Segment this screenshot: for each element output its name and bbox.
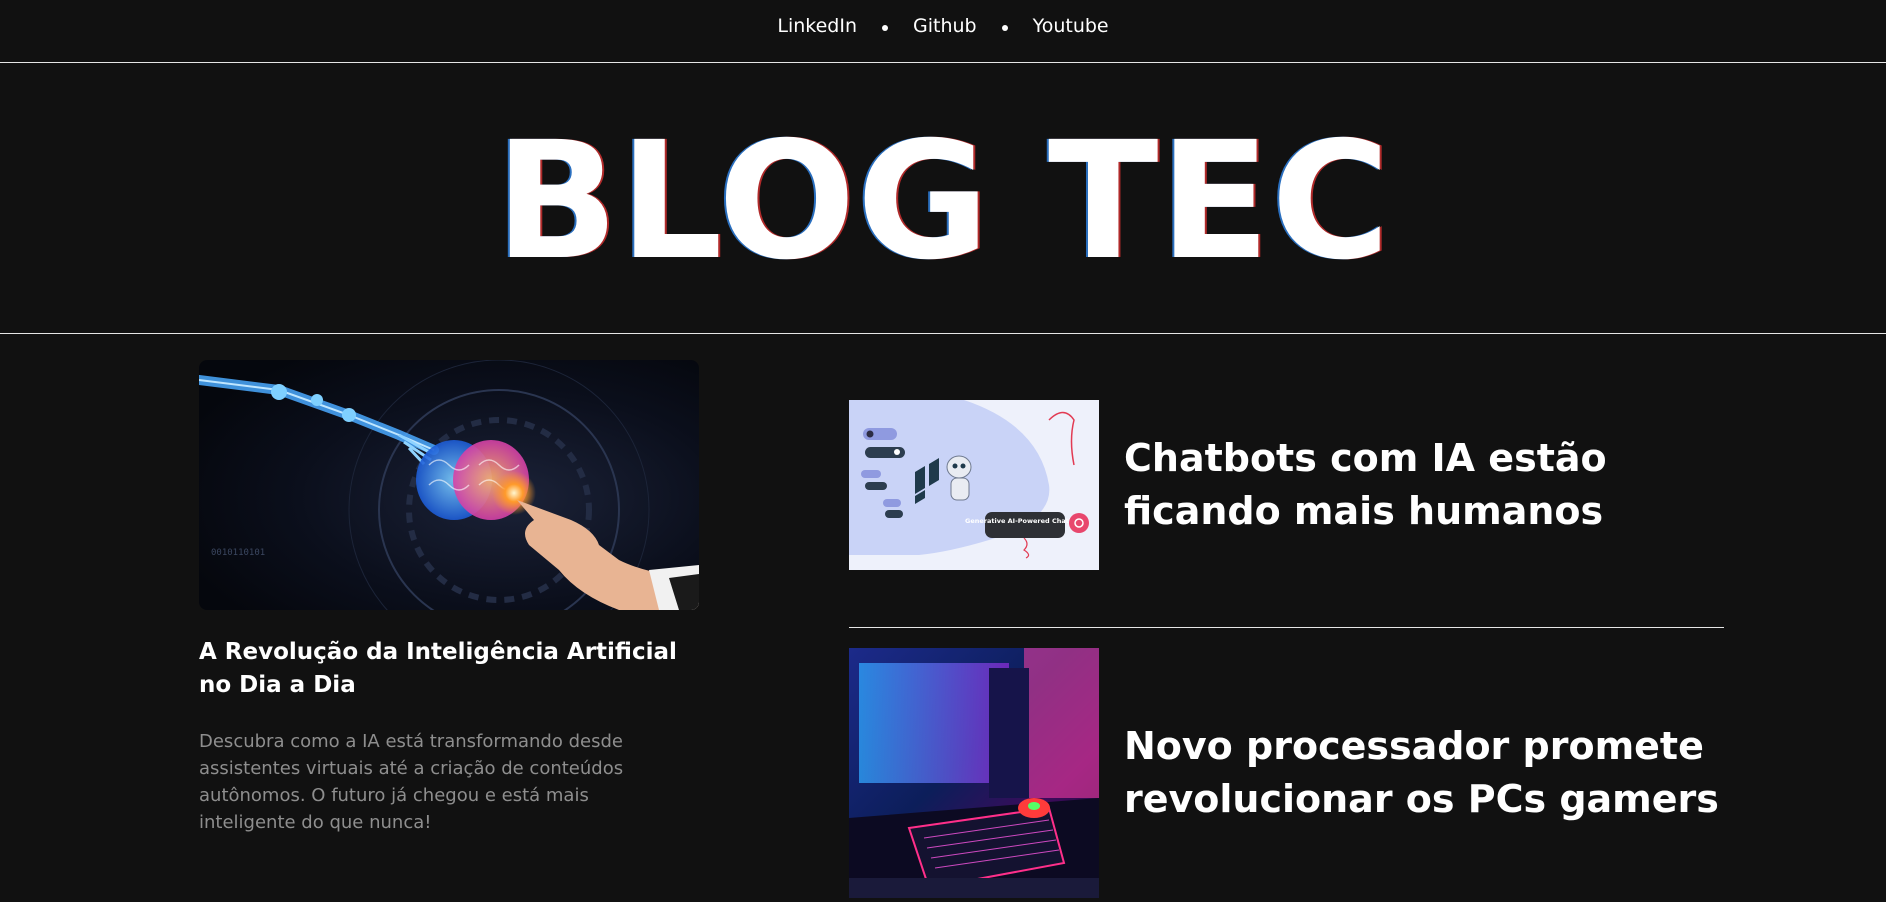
site-title: BLOG TEC	[494, 107, 1392, 296]
nav-item-youtube: Youtube	[1033, 15, 1109, 37]
nav-list: LinkedIn Github Youtube	[777, 15, 1108, 37]
ai-brain-image[interactable]: 0010110101	[199, 360, 699, 610]
bullet-icon	[1001, 25, 1008, 31]
side-article-chatbots[interactable]: Generative AI-Powered Chatbots Chatbots …	[849, 400, 1724, 570]
chatbot-illustration-image[interactable]: Generative AI-Powered Chatbots	[849, 400, 1099, 570]
featured-title[interactable]: A Revolução da Inteligência Artificial n…	[199, 636, 699, 702]
article-divider	[849, 627, 1724, 628]
featured-summary: Descubra como a IA está transformando de…	[199, 731, 624, 833]
github-link[interactable]: Github	[913, 15, 977, 37]
bullet-icon	[882, 25, 889, 31]
hero-header: BLOG TEC	[0, 64, 1886, 334]
svg-text:0010110101: 0010110101	[211, 548, 265, 558]
side-article-processor[interactable]: Novo processador promete revolucionar os…	[849, 648, 1724, 898]
gaming-setup-image[interactable]	[849, 648, 1099, 898]
nav-separator	[977, 16, 1033, 35]
chatbot-image-caption: Generative AI-Powered Chatbots	[965, 517, 1085, 525]
nav-item-github: Github	[913, 15, 977, 37]
nav-item-linkedin: LinkedIn	[777, 15, 857, 37]
nav-separator	[857, 16, 913, 35]
featured-article[interactable]: 0010110101 A Revolução da Inteligência A…	[199, 360, 699, 836]
youtube-link[interactable]: Youtube	[1033, 15, 1109, 37]
side-article-title[interactable]: Chatbots com IA estão ficando mais human…	[1124, 432, 1724, 538]
top-navigation: LinkedIn Github Youtube	[0, 0, 1886, 63]
side-article-title[interactable]: Novo processador promete revolucionar os…	[1124, 720, 1724, 826]
linkedin-link[interactable]: LinkedIn	[777, 15, 857, 37]
